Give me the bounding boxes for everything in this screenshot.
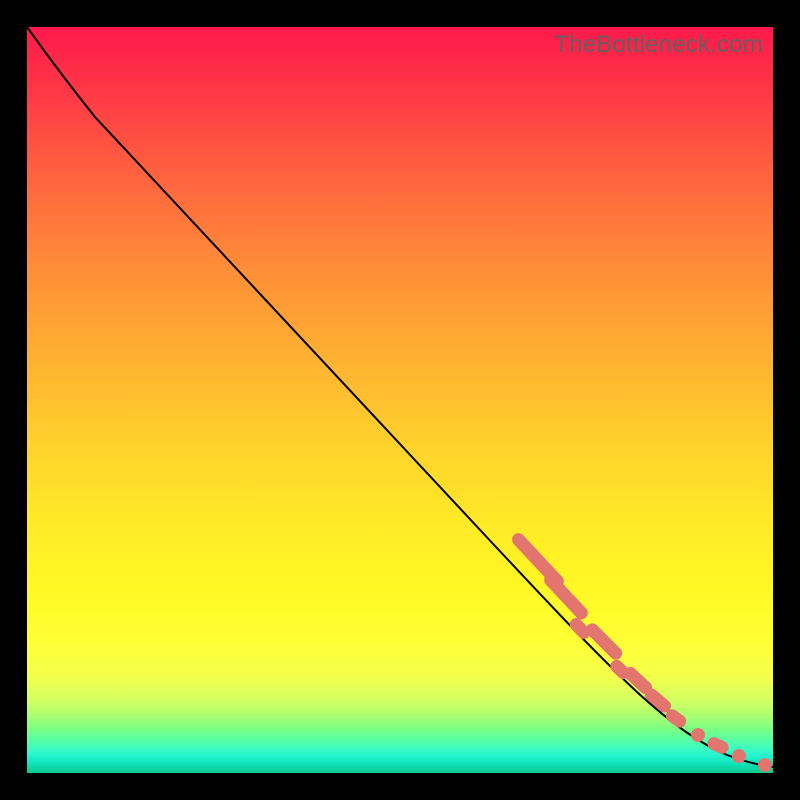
bottleneck-curve xyxy=(27,27,773,767)
curve-svg xyxy=(27,27,773,773)
chart-frame: TheBottleneck.com xyxy=(0,0,800,800)
highlight-cluster xyxy=(509,530,772,772)
plot-area: TheBottleneck.com xyxy=(27,27,773,773)
